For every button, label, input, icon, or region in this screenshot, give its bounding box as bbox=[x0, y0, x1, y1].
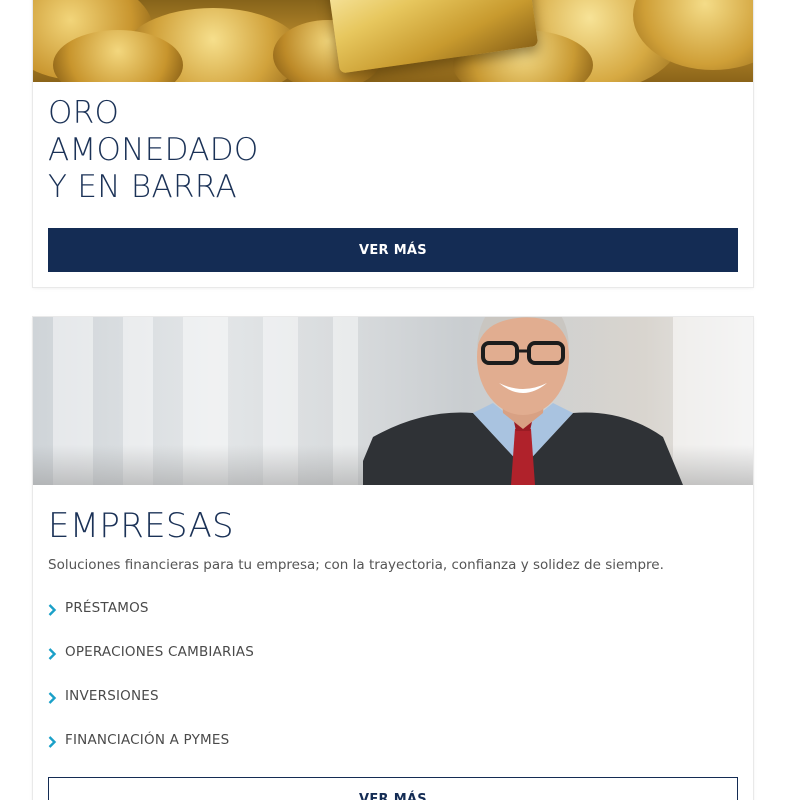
gold-card-title: ORO AMONEDADO Y EN BARRA bbox=[48, 95, 259, 206]
business-ver-mas-button[interactable]: VER MÁS bbox=[48, 777, 738, 800]
link-label: PRÉSTAMOS bbox=[65, 600, 149, 616]
chevron-right-icon bbox=[48, 692, 57, 704]
gold-coins-image bbox=[33, 0, 753, 82]
chevron-right-icon bbox=[48, 648, 57, 660]
gold-title-line: Y EN BARRA bbox=[48, 169, 237, 205]
link-label: OPERACIONES CAMBIARIAS bbox=[65, 644, 255, 660]
businessman-photo bbox=[33, 317, 753, 485]
link-prestamos[interactable]: PRÉSTAMOS bbox=[48, 600, 254, 644]
gold-title-line: AMONEDADO bbox=[48, 132, 259, 168]
link-label: INVERSIONES bbox=[65, 688, 159, 704]
link-financiacion-pymes[interactable]: FINANCIACIÓN A PYMES bbox=[48, 732, 254, 776]
business-description: Soluciones financieras para tu empresa; … bbox=[48, 557, 664, 573]
gold-title-line: ORO bbox=[48, 95, 120, 131]
business-card-title: EMPRESAS bbox=[48, 506, 234, 546]
gold-ver-mas-button[interactable]: VER MÁS bbox=[48, 228, 738, 272]
chevron-right-icon bbox=[48, 736, 57, 748]
link-operaciones-cambiarias[interactable]: OPERACIONES CAMBIARIAS bbox=[48, 644, 254, 688]
businessman-figure bbox=[363, 317, 683, 485]
business-links-list: PRÉSTAMOS OPERACIONES CAMBIARIAS INVERSI… bbox=[48, 600, 254, 776]
gold-card: ORO AMONEDADO Y EN BARRA VER MÁS bbox=[33, 0, 753, 287]
link-inversiones[interactable]: INVERSIONES bbox=[48, 688, 254, 732]
page: ORO AMONEDADO Y EN BARRA VER MÁS EMPRESA… bbox=[0, 0, 800, 800]
business-card: EMPRESAS Soluciones financieras para tu … bbox=[33, 317, 753, 800]
link-label: FINANCIACIÓN A PYMES bbox=[65, 732, 230, 748]
chevron-right-icon bbox=[48, 604, 57, 616]
